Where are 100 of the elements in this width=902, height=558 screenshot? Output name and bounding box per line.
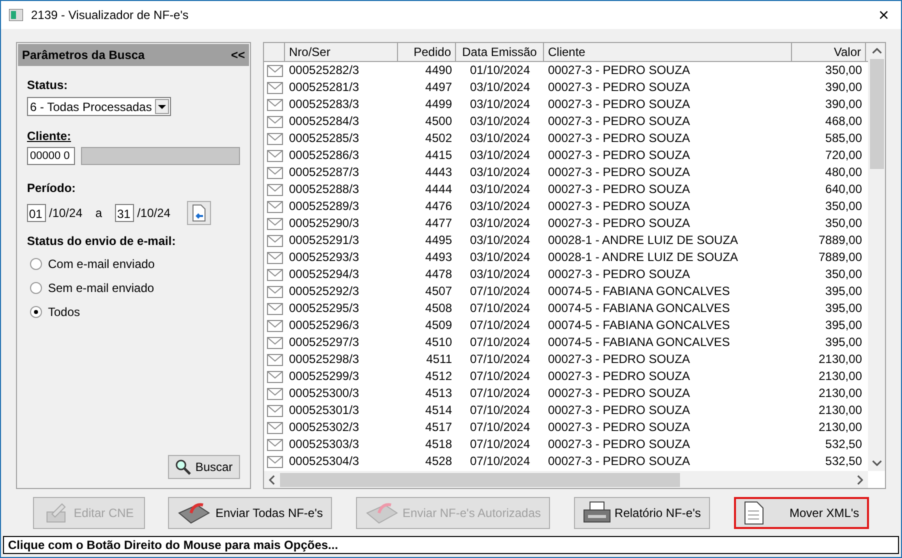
table-cell-text: 4508	[424, 300, 453, 317]
column-header[interactable]: Cliente	[544, 43, 792, 61]
table-cell-text: 00027-3 - PEDRO SOUZA	[547, 164, 692, 181]
table-cell-text: 07/10/2024	[468, 453, 532, 470]
calendar-button[interactable]	[187, 201, 212, 225]
scroll-thumb[interactable]	[280, 472, 680, 486]
collapse-button[interactable]: <<	[230, 46, 245, 64]
envelope-icon	[266, 200, 282, 212]
table-cell-text: 00027-3 - PEDRO SOUZA	[547, 368, 692, 385]
table-cell-text: 532,50	[824, 436, 863, 453]
horizontal-scrollbar[interactable]	[264, 471, 868, 488]
field-label: Status do envio de e-mail:	[27, 233, 177, 250]
envelope-icon	[266, 404, 282, 416]
app-icon	[9, 9, 23, 21]
day-field[interactable]: 01	[27, 204, 46, 222]
table-cell-text: 00027-3 - PEDRO SOUZA	[547, 147, 692, 164]
table-cell-text: 395,00	[824, 334, 863, 351]
table-cell-text: 03/10/2024	[468, 79, 532, 96]
table-cell-text: 350,00	[824, 266, 863, 283]
date-text: /10/24	[137, 205, 170, 222]
table-cell-text: 03/10/2024	[468, 249, 532, 266]
table-cell-text: 00027-3 - PEDRO SOUZA	[547, 419, 692, 436]
envelope-icon	[266, 388, 282, 400]
action-button[interactable]: Mover XML's	[734, 496, 870, 528]
search-button[interactable]: Buscar	[168, 455, 240, 479]
status-bar: Clique com o Botão Direito do Mouse para mais Opções...	[3, 536, 899, 554]
radio-button[interactable]	[30, 282, 42, 294]
table-cell-text: 4495	[424, 232, 453, 249]
table-cell-text: 7889,00	[818, 232, 863, 249]
table-cell-text: 00027-3 - PEDRO SOUZA	[547, 351, 692, 368]
column-header[interactable]: Data Emissão	[456, 43, 544, 61]
table-cell-text: 000525286/3	[288, 147, 360, 164]
envelope-icon	[266, 116, 282, 128]
table-cell-text: 00027-3 - PEDRO SOUZA	[547, 453, 692, 470]
action-button[interactable]: Enviar Todas NF-e's	[168, 496, 332, 528]
table-cell-text: 350,00	[824, 62, 863, 79]
table-cell-text: 4509	[424, 317, 453, 334]
radio-button[interactable]	[30, 306, 42, 318]
table-cell-text: 000525285/3	[288, 130, 360, 147]
table-cell-text: 2130,00	[818, 368, 863, 385]
envelope-icon	[266, 234, 282, 246]
day-field[interactable]: 31	[115, 204, 134, 222]
table-cell-text: 03/10/2024	[468, 215, 532, 232]
action-button[interactable]: Relatório NF-e's	[574, 496, 710, 528]
envelope-icon	[266, 302, 282, 314]
table-cell-text: 4500	[424, 113, 453, 130]
status-dropdown[interactable]: 6 - Todas Processadas	[27, 97, 171, 116]
radio-button[interactable]	[30, 258, 42, 270]
search-icon	[175, 459, 192, 475]
radio-option[interactable]: Sem e-mail enviado	[30, 279, 240, 297]
column-header[interactable]: Valor	[792, 43, 866, 61]
table-cell-text: 000525292/3	[288, 283, 360, 300]
envelope-icon	[266, 370, 282, 382]
table-cell-text: 01/10/2024	[468, 62, 532, 79]
table-cell-text: 07/10/2024	[468, 283, 532, 300]
radio-option[interactable]: Com e-mail enviado	[30, 255, 240, 273]
table-cell-text: 4517	[424, 419, 453, 436]
radio-option[interactable]: Todos	[30, 303, 240, 321]
table-cell-text: 00027-3 - PEDRO SOUZA	[547, 266, 692, 283]
client-code-field[interactable]: 00000 0	[27, 147, 75, 165]
table-cell-text: 4510	[424, 334, 453, 351]
table-cell-text: 07/10/2024	[468, 368, 532, 385]
table-cell-text: 000525302/3	[288, 419, 360, 436]
scroll-right-icon	[857, 474, 863, 484]
table-cell-text: 395,00	[824, 300, 863, 317]
table-cell-text: 07/10/2024	[468, 436, 532, 453]
table-cell-text: 000525283/3	[288, 96, 360, 113]
printer-icon	[582, 500, 611, 524]
table-cell-text: 4497	[424, 79, 453, 96]
table-cell-text: 720,00	[824, 147, 863, 164]
document-arrow-icon	[192, 204, 206, 222]
column-header[interactable]: Nro/Ser	[285, 43, 398, 61]
table-cell-text: 350,00	[824, 215, 863, 232]
table-cell-text: 4507	[424, 283, 453, 300]
table-cell-text: 07/10/2024	[468, 402, 532, 419]
table-cell-text: 000525304/3	[288, 453, 360, 470]
table-cell-text: 00027-3 - PEDRO SOUZA	[547, 130, 692, 147]
close-button[interactable]: ×	[874, 6, 893, 24]
table-cell-text: 00027-3 - PEDRO SOUZA	[547, 62, 692, 79]
column-header[interactable]: Pedido	[398, 43, 456, 61]
table-cell-text: 4511	[425, 351, 453, 368]
table-cell-text: 4476	[424, 198, 453, 215]
scroll-thumb[interactable]	[870, 59, 884, 169]
scroll-up-icon	[872, 48, 882, 54]
table-cell-text: 4477	[424, 215, 453, 232]
table-cell-text: 03/10/2024	[468, 181, 532, 198]
table-cell-text: 03/10/2024	[468, 96, 532, 113]
table-cell-text: 07/10/2024	[468, 351, 532, 368]
table-cell-text: 07/10/2024	[468, 300, 532, 317]
table-cell-text: 000525290/3	[288, 215, 360, 232]
table-cell-text: 03/10/2024	[468, 147, 532, 164]
table-cell-text: 4443	[424, 164, 453, 181]
table-cell-text: 000525297/3	[288, 334, 360, 351]
vertical-scrollbar[interactable]	[868, 43, 885, 471]
scroll-down-icon	[872, 460, 882, 466]
table-cell-text: 2130,00	[818, 402, 863, 419]
envelope-icon	[266, 82, 282, 94]
table-cell-text: 480,00	[824, 164, 863, 181]
panel-title: Parâmetros da Busca	[22, 47, 145, 64]
table-cell-text: 4478	[424, 266, 453, 283]
